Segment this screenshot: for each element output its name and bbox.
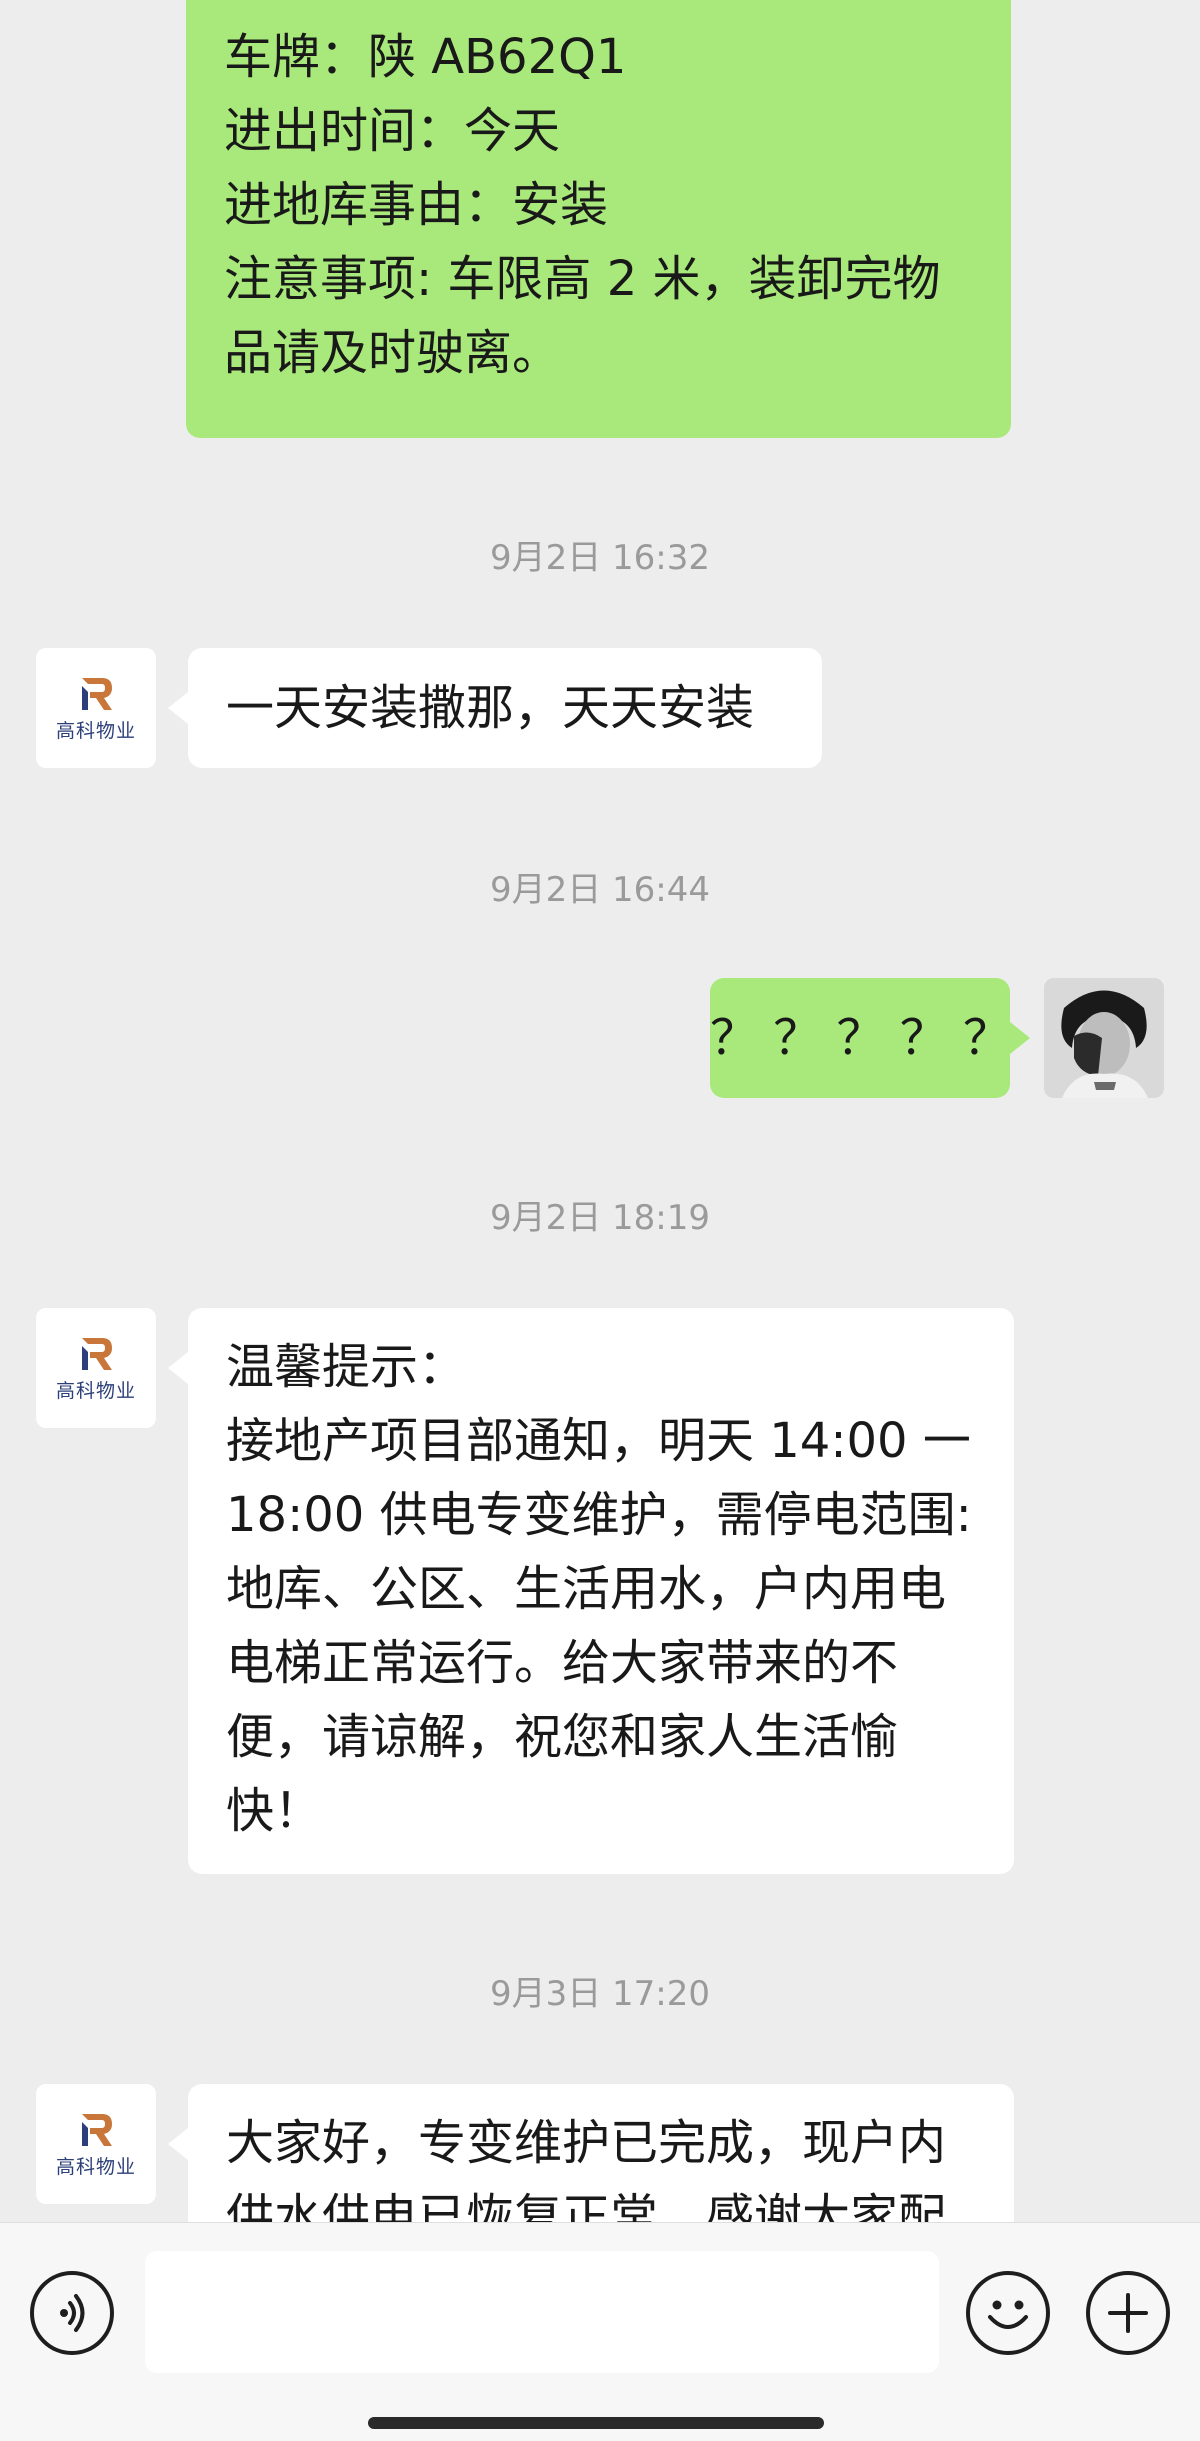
message-text: 一天安装撒那，天天安装: [226, 680, 755, 736]
user-photo-icon: [1044, 978, 1164, 1098]
company-logo-icon: [82, 677, 112, 710]
company-name: 高科物业: [55, 719, 136, 742]
bubble-tail: [168, 2128, 188, 2160]
message-line: 进地库事由：安装: [224, 177, 609, 233]
voice-icon: [60, 2294, 85, 2332]
timestamp: 9月2日 16:44: [489, 870, 711, 910]
message-line: 进出时间：今天: [224, 103, 561, 159]
message-line: 地库、公区、生活用水，户内用电: [226, 1561, 947, 1617]
bubble-tail: [168, 1352, 188, 1384]
message-line: 便，请谅解，祝您和家人生活愉: [226, 1709, 899, 1765]
timestamp: 9月2日 16:32: [489, 538, 711, 578]
message-line: 18:00 供电专变维护，需停电范围:: [226, 1487, 972, 1543]
message-bubble-sent[interactable]: ？ ？ ？ ？ ？: [710, 978, 1012, 1098]
contact-avatar[interactable]: 高科物业: [36, 2084, 156, 2204]
message-line: 快！: [226, 1783, 323, 1839]
timestamp: 9月3日 17:20: [489, 1974, 711, 2014]
message-line: 接地产项目部通知，明天 14:00 一: [226, 1413, 971, 1469]
company-name: 高科物业: [55, 1379, 136, 1402]
message-line: 温馨提示：: [226, 1339, 467, 1395]
message-line: 车牌：陕 AB62Q1: [224, 29, 627, 85]
message-bubble-received[interactable]: 大家好，专变维护已完成，现户内 供水供电已恢复正常，感谢大家配: [188, 2084, 1014, 2222]
plus-icon: [1108, 2293, 1148, 2333]
company-logo-icon: [82, 1337, 112, 1370]
emoji-icon: [988, 2300, 1028, 2329]
message-text: ？ ？ ？ ？ ？: [710, 1010, 1012, 1066]
contact-avatar[interactable]: 高科物业: [36, 648, 156, 768]
message-input[interactable]: [145, 2251, 939, 2373]
message-line: 品请及时驶离。: [224, 325, 561, 381]
bubble-tail: [1010, 1022, 1030, 1054]
emoji-button[interactable]: [966, 2271, 1050, 2355]
company-logo-icon: [82, 2113, 112, 2146]
chat-area[interactable]: 车牌：陕 AB62Q1 进出时间：今天 进地库事由：安装 注意事项: 车限高 2…: [0, 0, 1200, 2222]
bubble-tail: [168, 692, 188, 724]
home-indicator[interactable]: [368, 2417, 824, 2429]
company-name: 高科物业: [55, 2155, 136, 2178]
message-bubble-received[interactable]: 温馨提示： 接地产项目部通知，明天 14:00 一 18:00 供电专变维护，需…: [188, 1308, 1014, 1874]
message-bubble-received[interactable]: 一天安装撒那，天天安装: [188, 648, 822, 768]
input-bar: [0, 2222, 1200, 2441]
contact-avatar[interactable]: 高科物业: [36, 1308, 156, 1428]
voice-button[interactable]: [30, 2271, 114, 2355]
message-bubble-sent[interactable]: 车牌：陕 AB62Q1 进出时间：今天 进地库事由：安装 注意事项: 车限高 2…: [186, 0, 1011, 438]
user-avatar[interactable]: [1044, 978, 1164, 1098]
timestamp: 9月2日 18:19: [489, 1198, 711, 1238]
message-line: 电梯正常运行。给大家带来的不: [226, 1635, 899, 1691]
add-button[interactable]: [1086, 2271, 1170, 2355]
message-line: 注意事项: 车限高 2 米，装卸完物: [224, 251, 941, 307]
message-line: 大家好，专变维护已完成，现户内: [226, 2115, 947, 2171]
message-line: 供水供电已恢复正常，感谢大家配: [226, 2189, 947, 2222]
